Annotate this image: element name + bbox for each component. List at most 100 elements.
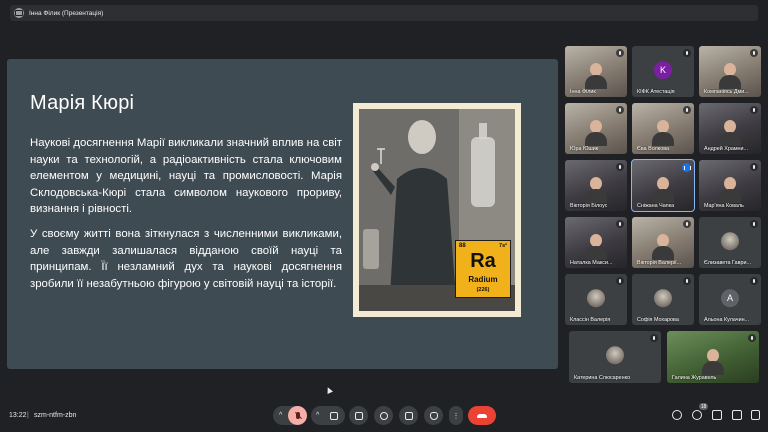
info-icon[interactable] xyxy=(672,410,682,420)
mic-off-icon xyxy=(616,277,624,285)
mic-off-icon xyxy=(750,106,758,114)
participant-tile[interactable]: Мар'яна Коваль xyxy=(699,160,761,211)
participant-tile[interactable]: Єлизавета Гаври... xyxy=(699,217,761,268)
participant-tile[interactable]: Классін Валерія xyxy=(565,274,627,325)
meet-window: Інна Філик (Презентація) Марія Кюрі Наук… xyxy=(0,0,768,432)
present-screen-icon xyxy=(14,8,24,18)
slide-paragraph-2: У своєму житті вона зіткнулася з численн… xyxy=(30,228,342,290)
participant-name: Андрей Храмни... xyxy=(704,146,749,152)
element-mass: (226) xyxy=(476,287,490,293)
separator: | xyxy=(27,412,29,419)
speaking-indicator-icon xyxy=(682,163,691,172)
participant-video xyxy=(585,120,607,146)
raise-hand-button[interactable] xyxy=(424,406,443,425)
participant-name: Вікторія Білоус xyxy=(570,203,608,209)
participant-tile[interactable]: Галина Журавель xyxy=(667,331,759,383)
participant-name: Інна Філик xyxy=(570,89,596,95)
activities-icon[interactable] xyxy=(732,410,742,420)
people-icon[interactable] xyxy=(692,410,702,420)
leave-call-button[interactable] xyxy=(468,406,496,425)
participant-video xyxy=(719,63,741,89)
slide-title: Марія Кюрі xyxy=(30,92,135,114)
host-controls-icon[interactable] xyxy=(751,410,760,420)
mic-off-icon xyxy=(750,277,758,285)
participant-tile[interactable]: Єва Волкова xyxy=(632,103,694,154)
present-button[interactable] xyxy=(399,406,418,425)
mic-toggle-button[interactable] xyxy=(288,406,307,425)
participant-video xyxy=(652,120,674,146)
mic-off-icon xyxy=(750,49,758,57)
participant-name: Вікторія Валерії... xyxy=(637,260,682,266)
participant-video xyxy=(719,120,741,146)
raise-hand-icon xyxy=(429,411,438,420)
participant-tile[interactable]: Катерина Слюсаренко xyxy=(569,331,661,383)
more-icon: ⋮ xyxy=(452,412,460,420)
participant-tile[interactable]: Вікторія Валерії... xyxy=(632,217,694,268)
participant-tile[interactable]: Наталка Макси... xyxy=(565,217,627,268)
participant-video xyxy=(719,177,741,203)
participant-name: Юра Юшик xyxy=(570,146,599,152)
captions-button[interactable] xyxy=(349,406,368,425)
participant-name: Галина Журавель xyxy=(672,375,717,381)
mic-off-icon xyxy=(750,220,758,228)
participant-tile[interactable]: Компаніясь Дми... xyxy=(699,46,761,97)
element-number: 88 xyxy=(459,243,466,249)
participant-tile[interactable]: Юра Юшик xyxy=(565,103,627,154)
slide-photo-frame: 88 7s² Ra Radium (226) xyxy=(353,103,521,317)
mic-off-icon xyxy=(683,106,691,114)
participant-avatar xyxy=(721,231,739,250)
participant-avatar: A xyxy=(721,288,739,307)
mic-off-icon xyxy=(295,412,300,419)
presentation-slide: Марія Кюрі Наукові досягнення Марії викл… xyxy=(7,59,558,394)
mic-off-icon xyxy=(683,277,691,285)
mic-off-icon xyxy=(616,106,624,114)
participant-tile[interactable]: Вікторія Білоус xyxy=(565,160,627,211)
participant-name: Компаніясь Дми... xyxy=(704,89,749,95)
mic-off-icon xyxy=(750,163,758,171)
mic-off-icon xyxy=(616,220,624,228)
participant-avatar: K xyxy=(654,60,672,79)
participant-tile[interactable]: Інна Філик xyxy=(565,46,627,97)
participant-video xyxy=(652,234,674,260)
emoji-icon xyxy=(379,411,388,420)
more-options-button[interactable]: ⋮ xyxy=(449,406,463,425)
participant-name: КІФК Атестація xyxy=(637,89,675,95)
participant-video xyxy=(585,234,607,260)
chat-icon[interactable] xyxy=(712,410,722,420)
camera-icon xyxy=(330,411,338,420)
participant-avatar xyxy=(606,346,624,365)
camera-button[interactable]: ^ xyxy=(311,406,345,425)
mic-off-icon xyxy=(748,334,756,342)
participant-name: Альона Кулачин... xyxy=(704,317,750,323)
hangup-icon xyxy=(477,413,487,418)
element-name: Radium xyxy=(468,275,498,284)
presenter-bar: Інна Філик (Презентація) xyxy=(10,5,758,21)
mic-off-icon xyxy=(616,163,624,171)
participant-tile[interactable]: A Альона Кулачин... xyxy=(699,274,761,325)
mouse-cursor-icon xyxy=(325,386,333,394)
participant-tile[interactable]: Сніжана Чапка xyxy=(631,159,695,212)
participant-video xyxy=(652,177,674,203)
radium-element-tile: 88 7s² Ra Radium (226) xyxy=(455,240,511,298)
clock: 13:22 xyxy=(9,412,27,419)
participant-name: Классін Валерія xyxy=(570,317,611,323)
participant-name: Наталка Макси... xyxy=(570,260,613,266)
participant-name: Мар'яна Коваль xyxy=(704,203,744,209)
participant-name: Єва Волкова xyxy=(637,146,670,152)
participant-tile[interactable]: Софія Мохарова xyxy=(632,274,694,325)
participant-tile[interactable]: K КІФК Атестація xyxy=(632,46,694,97)
participant-video xyxy=(585,177,607,203)
reactions-button[interactable] xyxy=(374,406,393,425)
participant-name: Катерина Слюсаренко xyxy=(574,375,630,381)
participant-name: Софія Мохарова xyxy=(637,317,679,323)
meeting-code: szm-ntfm-zbn xyxy=(34,412,77,419)
marie-curie-photo: 88 7s² Ra Radium (226) xyxy=(359,109,515,311)
participant-tile[interactable]: Андрей Храмни... xyxy=(699,103,761,154)
element-symbol: Ra xyxy=(470,250,496,272)
participant-video xyxy=(585,63,607,89)
present-icon xyxy=(404,411,413,420)
caret-up-icon: ^ xyxy=(279,412,283,419)
participant-avatar xyxy=(654,288,672,307)
participant-name: Єлизавета Гаври... xyxy=(704,260,752,266)
participant-video xyxy=(702,349,724,375)
